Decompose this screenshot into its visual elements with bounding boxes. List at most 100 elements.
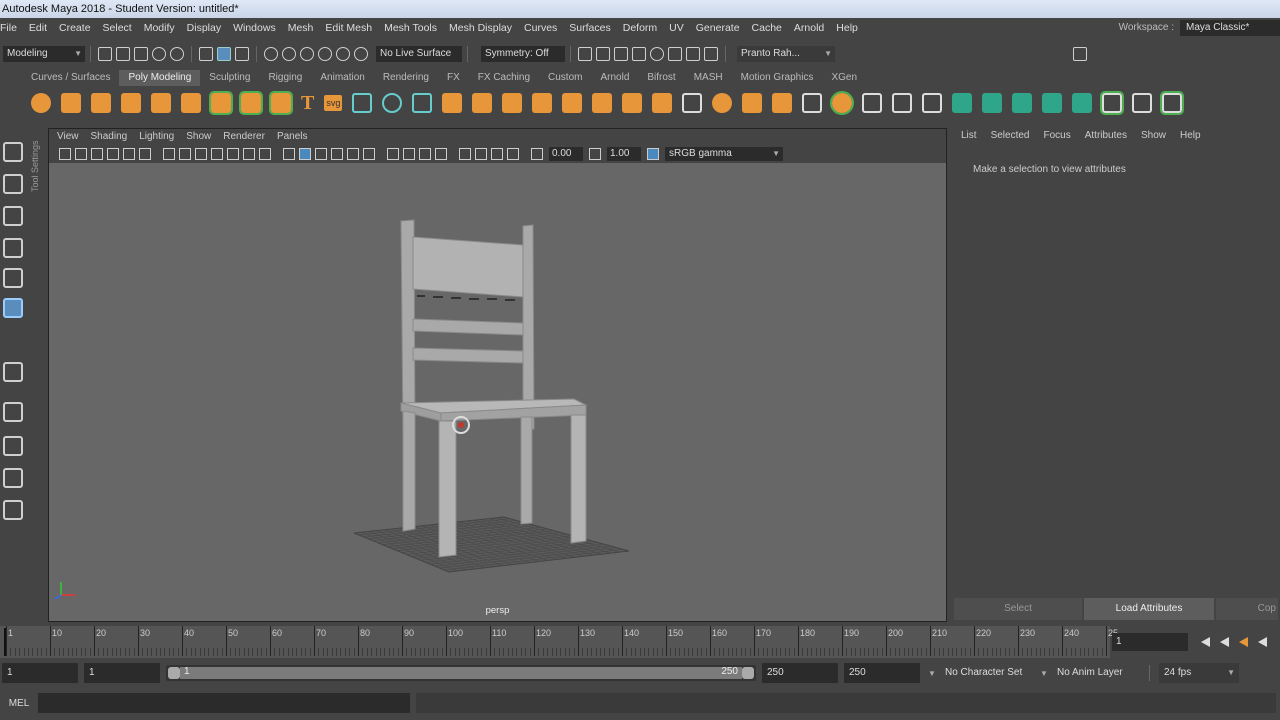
tab-animation[interactable]: Animation [311,70,373,86]
snap-live-icon[interactable] [354,47,368,61]
script-language-label[interactable]: MEL [0,698,38,709]
redo-icon[interactable] [170,47,184,61]
camera-attributes-icon[interactable] [75,148,87,160]
select-tool-icon[interactable] [3,142,23,162]
ae-menu-help[interactable]: Help [1173,128,1208,144]
grease-pencil-icon[interactable] [139,148,151,160]
bridge-icon[interactable] [592,93,613,113]
tab-motion-graphics[interactable]: Motion Graphics [732,70,823,86]
menu-select[interactable]: Select [97,18,138,38]
menu-set-dropdown[interactable]: Modeling ▼ [3,46,85,62]
menu-file[interactable]: File [0,18,23,38]
playback-start-field[interactable]: 1 [84,663,160,683]
snap-grid-icon[interactable] [264,47,278,61]
poly-torus-icon[interactable] [151,93,171,113]
ipr-render-icon[interactable] [614,47,628,61]
bevel-icon[interactable] [652,93,673,113]
motion-blur-icon[interactable] [403,148,415,160]
ae-menu-list[interactable]: List [954,128,984,144]
vp-menu-lighting[interactable]: Lighting [133,129,180,145]
tab-custom[interactable]: Custom [539,70,591,86]
freeze-transform-icon[interactable] [982,93,1003,113]
step-back-key-icon[interactable] [1239,637,1248,647]
four-view-icon[interactable] [3,436,23,456]
time-slider[interactable]: 1 10 20 30 40 50 60 70 80 90 100 110 120 130 140 150 160… [0,626,1118,658]
menu-edit-mesh[interactable]: Edit Mesh [319,18,378,38]
render-setup-icon[interactable] [668,47,682,61]
ae-menu-show[interactable]: Show [1134,128,1173,144]
sculpt-icon[interactable] [1132,93,1153,113]
vp-menu-view[interactable]: View [51,129,85,145]
menu-arnold[interactable]: Arnold [788,18,830,38]
slide-edge-icon[interactable] [1160,91,1185,115]
scale-tool-icon[interactable] [3,298,23,318]
chair-model[interactable] [400,219,588,558]
wireframe-icon[interactable] [283,148,295,160]
menu-generate[interactable]: Generate [690,18,746,38]
range-start-handle[interactable] [168,667,180,679]
show-manipulator-icon[interactable] [3,362,23,382]
pause-icon[interactable] [704,47,718,61]
select-button[interactable]: Select [954,598,1082,620]
menu-display[interactable]: Display [181,18,227,38]
tab-rigging[interactable]: Rigging [259,70,311,86]
type-tool-icon[interactable] [352,93,373,113]
menu-deform[interactable]: Deform [617,18,663,38]
xray-active-icon[interactable] [491,148,503,160]
vp-menu-panels[interactable]: Panels [271,129,314,145]
anim-layer-dropdown[interactable]: No Anim Layer [1052,663,1144,683]
target-weld-icon[interactable] [802,93,823,113]
depth-of-field-icon[interactable] [435,148,447,160]
use-all-lights-icon[interactable] [347,148,359,160]
scene-3d-view[interactable] [49,163,948,623]
boolean-icon[interactable] [562,93,583,113]
menu-edit[interactable]: Edit [23,18,53,38]
gamma-field[interactable]: 1.00 [607,147,641,161]
text-tool-icon[interactable]: T [301,92,314,115]
combine-icon[interactable] [442,93,463,113]
poly-cube-icon[interactable] [61,93,81,113]
extrude-icon[interactable] [622,93,643,113]
menu-create[interactable]: Create [53,18,97,38]
vp-menu-show[interactable]: Show [180,129,217,145]
color-management-icon[interactable] [647,148,659,160]
render-settings-icon[interactable] [632,47,646,61]
exposure-icon[interactable] [531,148,543,160]
grid-icon[interactable] [163,148,175,160]
super-shape-icon[interactable] [269,91,293,115]
xray-joints-icon[interactable] [507,148,519,160]
transfer-attributes-icon[interactable] [412,93,433,113]
save-scene-icon[interactable] [134,47,148,61]
poly-plane-icon[interactable] [181,93,201,113]
snap-curve-icon[interactable] [282,47,296,61]
tab-xgen[interactable]: XGen [822,70,866,86]
play-backwards-icon[interactable] [1258,637,1267,647]
ambient-occlusion-icon[interactable] [387,148,399,160]
fps-dropdown[interactable]: 24 fps ▼ [1159,663,1239,683]
menu-windows[interactable]: Windows [227,18,282,38]
smooth-shade-icon[interactable] [299,148,311,160]
undo-icon[interactable] [152,47,166,61]
paint-select-icon[interactable] [3,206,23,226]
svg-tool-icon[interactable]: svg [324,95,343,111]
tab-fx[interactable]: FX [438,70,469,86]
tool-settings-strip[interactable]: Tool Settings [30,130,44,620]
wireframe-on-shaded-icon[interactable] [315,148,327,160]
chevron-down-icon[interactable]: ▼ [1040,669,1052,678]
go-to-start-icon[interactable] [1201,637,1210,647]
tab-bifrost[interactable]: Bifrost [638,70,684,86]
load-attributes-button[interactable]: Load Attributes [1084,598,1214,620]
step-back-frame-icon[interactable] [1220,637,1229,647]
user-account-dropdown[interactable]: Pranto Rah... ▼ [737,46,835,62]
poly-cone-icon[interactable] [121,93,141,113]
menu-surfaces[interactable]: Surfaces [563,18,616,38]
select-component-icon[interactable] [235,47,249,61]
safe-action-icon[interactable] [243,148,255,160]
render-frame-icon[interactable] [596,47,610,61]
ae-menu-focus[interactable]: Focus [1036,128,1077,144]
poly-cylinder-icon[interactable] [91,93,111,113]
snap-point-icon[interactable] [300,47,314,61]
symmetry-dropdown[interactable]: Symmetry: Off [481,46,565,62]
light-editor-icon[interactable] [686,47,700,61]
menu-curves[interactable]: Curves [518,18,563,38]
